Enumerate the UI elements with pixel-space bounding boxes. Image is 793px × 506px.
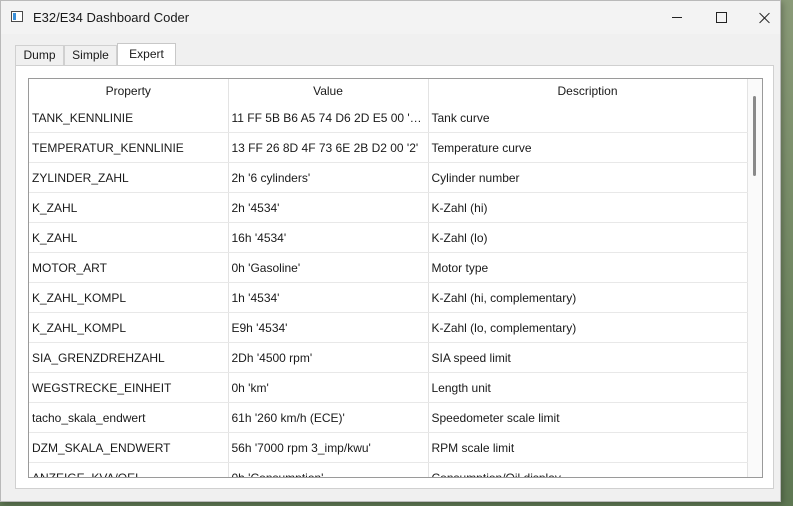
vertical-scrollbar[interactable] (748, 79, 762, 477)
cell-description[interactable]: Tank curve (428, 103, 748, 133)
table-row[interactable]: K_ZAHL_KOMPL E9h '4534' K-Zahl (lo, comp… (29, 312, 748, 343)
header-value[interactable]: Value (228, 79, 429, 103)
cell-property[interactable]: TANK_KENNLINIE (29, 103, 229, 133)
cell-property[interactable]: MOTOR_ART (29, 252, 229, 283)
table-row[interactable]: tacho_skala_endwert 61h '260 km/h (ECE)'… (29, 402, 748, 433)
cell-description[interactable]: Consumption/Oil display (428, 462, 748, 477)
title-bar[interactable]: E32/E34 Dashboard Coder (1, 1, 780, 34)
cell-value[interactable]: 13 FF 26 8D 4F 73 6E 2B D2 00 '2' (228, 132, 429, 163)
cell-value[interactable]: 0h 'km' (228, 372, 429, 403)
properties-table: Property Value Description TANK_KENNLINI… (28, 78, 763, 478)
window-title: E32/E34 Dashboard Coder (33, 10, 190, 25)
cell-value[interactable]: 56h '7000 rpm 3_imp/kwu' (228, 432, 429, 463)
cell-property[interactable]: K_ZAHL_KOMPL (29, 282, 229, 313)
cell-description[interactable]: Length unit (428, 372, 748, 403)
cell-value[interactable]: E9h '4534' (228, 312, 429, 343)
cell-value[interactable]: 2Dh '4500 rpm' (228, 342, 429, 373)
scrollbar-thumb[interactable] (753, 96, 756, 176)
header-property[interactable]: Property (29, 79, 229, 103)
table-row[interactable]: K_ZAHL 16h '4534' K-Zahl (lo) (29, 222, 748, 253)
cell-property[interactable]: ZYLINDER_ZAHL (29, 162, 229, 193)
cell-description[interactable]: K-Zahl (lo) (428, 222, 748, 253)
table-header-row: Property Value Description (29, 79, 748, 103)
table-row[interactable]: TEMPERATUR_KENNLINIE 13 FF 26 8D 4F 73 6… (29, 132, 748, 163)
cell-description[interactable]: SIA speed limit (428, 342, 748, 373)
close-icon (759, 12, 771, 24)
cell-property[interactable]: ANZEIGE_KVA/OEL (29, 462, 229, 477)
cell-description[interactable]: Motor type (428, 252, 748, 283)
table-row[interactable]: ZYLINDER_ZAHL 2h '6 cylinders' Cylinder … (29, 162, 748, 193)
maximize-button[interactable] (698, 1, 744, 34)
minimize-icon (672, 17, 682, 18)
app-icon (11, 11, 23, 22)
header-description[interactable]: Description (428, 79, 748, 103)
tab-dump[interactable]: Dump (15, 45, 64, 65)
cell-value[interactable]: 11 FF 5B B6 A5 74 D6 2D E5 00 '80 I... (228, 103, 429, 133)
cell-property[interactable]: DZM_SKALA_ENDWERT (29, 432, 229, 463)
cell-property[interactable]: K_ZAHL (29, 192, 229, 223)
tab-expert[interactable]: Expert (117, 43, 176, 66)
cell-description[interactable]: K-Zahl (hi) (428, 192, 748, 223)
cell-property[interactable]: TEMPERATUR_KENNLINIE (29, 132, 229, 163)
cell-value[interactable]: 16h '4534' (228, 222, 429, 253)
cell-value[interactable]: 0h 'Consumption' (228, 462, 429, 477)
maximize-icon (715, 12, 727, 23)
close-button[interactable] (742, 1, 788, 34)
cell-value[interactable]: 61h '260 km/h (ECE)' (228, 402, 429, 433)
cell-property[interactable]: tacho_skala_endwert (29, 402, 229, 433)
table-row[interactable]: MOTOR_ART 0h 'Gasoline' Motor type (29, 252, 748, 283)
cell-value[interactable]: 2h '6 cylinders' (228, 162, 429, 193)
cell-value[interactable]: 2h '4534' (228, 192, 429, 223)
expert-tab-panel: Property Value Description TANK_KENNLINI… (15, 65, 774, 489)
cell-description[interactable]: RPM scale limit (428, 432, 748, 463)
cell-description[interactable]: Cylinder number (428, 162, 748, 193)
cell-description[interactable]: Speedometer scale limit (428, 402, 748, 433)
cell-property[interactable]: WEGSTRECKE_EINHEIT (29, 372, 229, 403)
cell-value[interactable]: 1h '4534' (228, 282, 429, 313)
table-row[interactable]: TANK_KENNLINIE 11 FF 5B B6 A5 74 D6 2D E… (29, 103, 748, 133)
cell-description[interactable]: K-Zahl (lo, complementary) (428, 312, 748, 343)
table-row[interactable]: K_ZAHL 2h '4534' K-Zahl (hi) (29, 192, 748, 223)
minimize-button[interactable] (654, 1, 700, 34)
table-row[interactable]: K_ZAHL_KOMPL 1h '4534' K-Zahl (hi, compl… (29, 282, 748, 313)
table-row[interactable]: WEGSTRECKE_EINHEIT 0h 'km' Length unit (29, 372, 748, 403)
cell-description[interactable]: Temperature curve (428, 132, 748, 163)
tab-simple[interactable]: Simple (64, 45, 117, 65)
table-row[interactable]: DZM_SKALA_ENDWERT 56h '7000 rpm 3_imp/kw… (29, 432, 748, 463)
cell-property[interactable]: SIA_GRENZDREHZAHL (29, 342, 229, 373)
cell-property[interactable]: K_ZAHL_KOMPL (29, 312, 229, 343)
cell-value[interactable]: 0h 'Gasoline' (228, 252, 429, 283)
table-row[interactable]: ANZEIGE_KVA/OEL 0h 'Consumption' Consump… (29, 462, 748, 477)
app-window: E32/E34 Dashboard Coder Dump Simple Expe… (0, 0, 781, 502)
table-row[interactable]: SIA_GRENZDREHZAHL 2Dh '4500 rpm' SIA spe… (29, 342, 748, 373)
cell-description[interactable]: K-Zahl (hi, complementary) (428, 282, 748, 313)
cell-property[interactable]: K_ZAHL (29, 222, 229, 253)
